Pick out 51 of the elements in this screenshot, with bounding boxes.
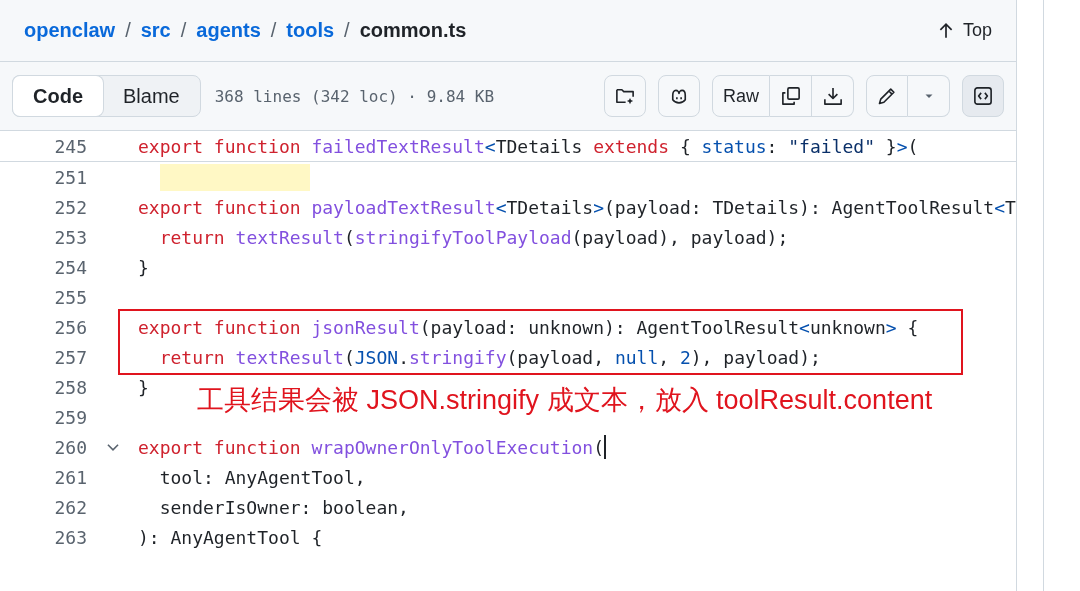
line-number: 257 [53, 346, 87, 368]
copy-button[interactable] [770, 75, 812, 117]
code-line: } [138, 376, 149, 398]
breadcrumb-separator: / [270, 19, 277, 42]
code-line: export function jsonResult(payload: unknown): AgentToolResult<unknown> { [138, 316, 919, 338]
line-number: 263 [53, 526, 87, 548]
edit-button[interactable] [866, 75, 908, 117]
code-line: return textResult(JSON.stringify(payload, null, 2), payload); [158, 346, 821, 368]
line-number: 245 [53, 135, 87, 157]
line-number: 261 [53, 466, 87, 488]
line-number: 251 [53, 166, 87, 188]
code-line: export function wrapOwnerOnlyToolExecution( [138, 436, 604, 458]
breadcrumb-separator: / [180, 19, 187, 42]
line-number: 262 [53, 496, 87, 518]
folder-sparkle-icon [615, 86, 635, 106]
breadcrumb-separator: / [125, 19, 131, 42]
line-number: 260 [53, 436, 87, 458]
copy-icon [780, 86, 801, 106]
line-number: 255 [53, 286, 87, 308]
file-name: common.ts [359, 19, 467, 42]
breadcrumb-link[interactable]: agents [196, 19, 261, 42]
line-number: 258 [53, 376, 87, 398]
breadcrumb-link[interactable]: tools [286, 19, 335, 42]
raw-button[interactable]: Raw [712, 75, 770, 117]
download-button[interactable] [812, 75, 854, 117]
file-info: 368 lines (342 loc) · 9.84 KB [214, 86, 496, 106]
code-line: export function failedTextResult<TDetails extends { status: "failed" }>( [138, 135, 919, 157]
breadcrumb-separator: / [344, 19, 350, 42]
line-number: 252 [53, 196, 87, 218]
pencil-icon [877, 86, 897, 106]
copilot-button[interactable] [658, 75, 700, 117]
breadcrumb-link[interactable]: openclaw [24, 19, 116, 42]
code-line: export function payloadTextResult<TDetails>(payload: TDetails): AgentToolResult<T [138, 196, 1016, 218]
line-number: 256 [53, 316, 87, 338]
annotation-text: 工具结果会被 JSON.stringify 成文本，放入 toolResult.content [197, 384, 933, 417]
code-line: } [138, 256, 149, 278]
breadcrumb-link[interactable]: src [140, 19, 171, 42]
code-line: ): AnyAgentTool { [138, 526, 323, 548]
folder-button[interactable] [604, 75, 646, 117]
code-line: senderIsOwner: boolean, [158, 496, 409, 518]
download-icon [822, 86, 843, 106]
code-square-icon [973, 86, 993, 106]
line-number: 254 [53, 256, 87, 278]
view-tab[interactable]: Code [13, 76, 103, 116]
line-number: 253 [53, 226, 87, 248]
view-tab[interactable]: Blame [103, 76, 200, 116]
line-number: 259 [53, 406, 87, 428]
top-button[interactable]: Top [936, 16, 992, 45]
code-line: tool: AnyAgentTool, [158, 466, 366, 488]
code-line: return textResult(stringifyToolPayload(payload), payload); [158, 226, 789, 248]
symbols-button[interactable] [962, 75, 1004, 117]
